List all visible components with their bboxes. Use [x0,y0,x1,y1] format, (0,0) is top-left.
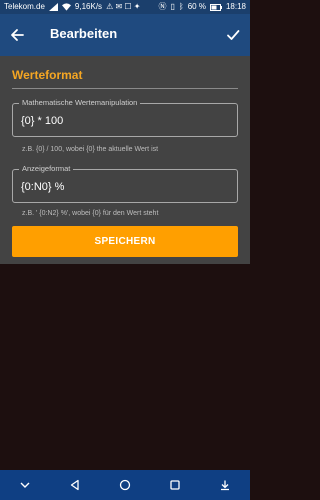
nav-recents-button[interactable] [164,474,186,496]
math-manipulation-helper: z.B. {0} / 100, wobei {0} the aktuelle W… [22,146,159,153]
carrier-name: Telekom.de [4,2,45,11]
display-format-input[interactable] [21,181,221,193]
app-bar: Bearbeiten [0,14,250,56]
system-nav-bar [0,470,250,500]
wifi-icon [61,3,71,11]
arrow-left-icon [11,29,24,41]
battery-icon [209,3,222,11]
save-button[interactable]: SPEICHERN [12,226,238,257]
confirm-button[interactable] [222,24,244,46]
status-bar: Telekom.de 9,16K/s ⚠ ✉ ☐ ✦ Ⓝ ▯ ᛒ 60 % 18… [0,0,250,14]
math-manipulation-field[interactable]: Mathematische Wertemanipulation [12,98,238,137]
page-title: Bearbeiten [50,26,118,41]
vibrate-icon: ▯ [170,2,175,11]
nav-dropdown-button[interactable] [14,474,36,496]
dropdown-icon [20,482,30,488]
back-button[interactable] [6,24,28,46]
check-icon [227,30,240,40]
math-manipulation-label: Mathematische Wertemanipulation [19,98,141,108]
clock: 18:18 [225,2,246,11]
display-format-helper: z.B. ' {0:N2} %', wobei {0} für den Wert… [22,210,159,217]
signal-icon [48,3,58,11]
bluetooth-icon: ᛒ [178,2,184,11]
section-divider [12,88,238,89]
nav-back-button[interactable] [64,474,86,496]
back-triangle-icon [70,479,79,491]
display-format-label: Anzeigeformat [19,164,74,174]
display-format-field[interactable]: Anzeigeformat [12,164,238,203]
home-circle-icon [119,479,131,491]
battery-percent: 60 % [187,2,206,11]
nav-home-button[interactable] [114,474,136,496]
math-manipulation-input[interactable] [21,115,221,127]
section-title: Werteformat [12,68,83,82]
nfc-icon: Ⓝ [158,2,167,11]
notification-icons: ⚠ ✉ ☐ ✦ [106,2,141,11]
network-speed: 9,16K/s [74,2,103,11]
nav-download-button[interactable] [214,474,236,496]
recents-square-icon [170,480,180,490]
download-icon [221,480,229,491]
